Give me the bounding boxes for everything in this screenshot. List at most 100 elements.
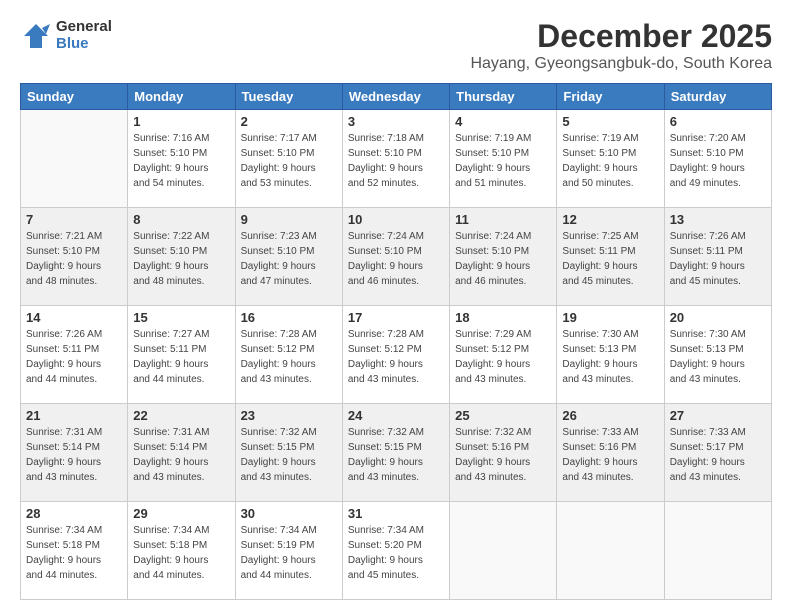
calendar-week-row: 1Sunrise: 7:16 AM Sunset: 5:10 PM Daylig… [21,110,772,208]
day-number: 16 [241,310,337,325]
day-number: 22 [133,408,229,423]
table-row: 7 Sunrise: 7:21 AM Sunset: 5:10 PM Daylig… [21,208,128,306]
day-number: 21 [26,408,122,423]
table-row: 12 Sunrise: 7:25 AM Sunset: 5:11 PM Dayli… [557,208,664,306]
table-row: 2Sunrise: 7:17 AM Sunset: 5:10 PM Daylig… [235,110,342,208]
day-info: Sunrise: 7:18 AM Sunset: 5:10 PM Dayligh… [348,131,444,191]
day-number: 18 [455,310,551,325]
day-info: Sunrise: 7:34 AM Sunset: 5:18 PM Dayligh… [26,523,122,583]
day-number: 27 [670,408,766,423]
table-row: 16 Sunrise: 7:28 AM Sunset: 5:12 PM Dayli… [235,306,342,404]
day-number: 6 [670,114,766,129]
calendar-week-row: 28 Sunrise: 7:34 AM Sunset: 5:18 PM Dayli… [21,502,772,600]
table-row: 9 Sunrise: 7:23 AM Sunset: 5:10 PM Daylig… [235,208,342,306]
day-number: 17 [348,310,444,325]
day-info: Sunrise: 7:24 AM Sunset: 5:10 PM Dayligh… [455,229,551,289]
table-row: 31 Sunrise: 7:34 AM Sunset: 5:20 PM Dayli… [342,502,449,600]
day-info: Sunrise: 7:24 AM Sunset: 5:10 PM Dayligh… [348,229,444,289]
day-number: 7 [26,212,122,227]
day-info: Sunrise: 7:28 AM Sunset: 5:12 PM Dayligh… [348,327,444,387]
table-row: 14Sunrise: 7:26 AM Sunset: 5:11 PM Dayli… [21,306,128,404]
table-row: 11Sunrise: 7:24 AM Sunset: 5:10 PM Dayli… [450,208,557,306]
day-number: 30 [241,506,337,521]
day-info: Sunrise: 7:33 AM Sunset: 5:16 PM Dayligh… [562,425,658,485]
day-number: 5 [562,114,658,129]
table-row [664,502,771,600]
table-row: 21 Sunrise: 7:31 AM Sunset: 5:14 PM Dayli… [21,404,128,502]
table-row: 25 Sunrise: 7:32 AM Sunset: 5:16 PM Dayli… [450,404,557,502]
location-title: Hayang, Gyeongsangbuk-do, South Korea [470,55,772,73]
day-info: Sunrise: 7:16 AM Sunset: 5:10 PM Dayligh… [133,131,229,191]
table-row: 22 Sunrise: 7:31 AM Sunset: 5:14 PM Dayli… [128,404,235,502]
day-info: Sunrise: 7:26 AM Sunset: 5:11 PM Dayligh… [26,327,122,387]
day-number: 2 [241,114,337,129]
day-info: Sunrise: 7:32 AM Sunset: 5:16 PM Dayligh… [455,425,551,485]
day-number: 23 [241,408,337,423]
day-info: Sunrise: 7:33 AM Sunset: 5:17 PM Dayligh… [670,425,766,485]
day-number: 19 [562,310,658,325]
col-saturday: Saturday [664,84,771,110]
day-number: 20 [670,310,766,325]
day-number: 8 [133,212,229,227]
day-info: Sunrise: 7:30 AM Sunset: 5:13 PM Dayligh… [670,327,766,387]
day-info: Sunrise: 7:31 AM Sunset: 5:14 PM Dayligh… [26,425,122,485]
table-row [450,502,557,600]
day-number: 9 [241,212,337,227]
table-row: 19 Sunrise: 7:30 AM Sunset: 5:13 PM Dayli… [557,306,664,404]
calendar-week-row: 14Sunrise: 7:26 AM Sunset: 5:11 PM Dayli… [21,306,772,404]
day-info: Sunrise: 7:32 AM Sunset: 5:15 PM Dayligh… [348,425,444,485]
day-info: Sunrise: 7:30 AM Sunset: 5:13 PM Dayligh… [562,327,658,387]
table-row: 6 Sunrise: 7:20 AM Sunset: 5:10 PM Daylig… [664,110,771,208]
table-row: 30 Sunrise: 7:34 AM Sunset: 5:19 PM Dayli… [235,502,342,600]
day-info: Sunrise: 7:28 AM Sunset: 5:12 PM Dayligh… [241,327,337,387]
table-row: 10 Sunrise: 7:24 AM Sunset: 5:10 PM Dayli… [342,208,449,306]
table-row: 17 Sunrise: 7:28 AM Sunset: 5:12 PM Dayli… [342,306,449,404]
table-row: 29 Sunrise: 7:34 AM Sunset: 5:18 PM Dayli… [128,502,235,600]
day-number: 10 [348,212,444,227]
page: General Blue December 2025 Hayang, Gyeon… [0,0,792,612]
day-info: Sunrise: 7:25 AM Sunset: 5:11 PM Dayligh… [562,229,658,289]
day-number: 25 [455,408,551,423]
table-row [557,502,664,600]
table-row: 26 Sunrise: 7:33 AM Sunset: 5:16 PM Dayli… [557,404,664,502]
table-row: 28 Sunrise: 7:34 AM Sunset: 5:18 PM Dayli… [21,502,128,600]
day-info: Sunrise: 7:27 AM Sunset: 5:11 PM Dayligh… [133,327,229,387]
table-row: 27 Sunrise: 7:33 AM Sunset: 5:17 PM Dayli… [664,404,771,502]
col-monday: Monday [128,84,235,110]
col-wednesday: Wednesday [342,84,449,110]
day-info: Sunrise: 7:21 AM Sunset: 5:10 PM Dayligh… [26,229,122,289]
logo-general: General [56,18,112,35]
col-thursday: Thursday [450,84,557,110]
calendar-table: Sunday Monday Tuesday Wednesday Thursday… [20,83,772,600]
calendar-header-row: Sunday Monday Tuesday Wednesday Thursday… [21,84,772,110]
day-info: Sunrise: 7:32 AM Sunset: 5:15 PM Dayligh… [241,425,337,485]
table-row: 13Sunrise: 7:26 AM Sunset: 5:11 PM Dayli… [664,208,771,306]
day-number: 31 [348,506,444,521]
day-info: Sunrise: 7:20 AM Sunset: 5:10 PM Dayligh… [670,131,766,191]
table-row: 24Sunrise: 7:32 AM Sunset: 5:15 PM Dayli… [342,404,449,502]
day-info: Sunrise: 7:26 AM Sunset: 5:11 PM Dayligh… [670,229,766,289]
table-row: 1Sunrise: 7:16 AM Sunset: 5:10 PM Daylig… [128,110,235,208]
day-info: Sunrise: 7:29 AM Sunset: 5:12 PM Dayligh… [455,327,551,387]
day-info: Sunrise: 7:34 AM Sunset: 5:18 PM Dayligh… [133,523,229,583]
col-sunday: Sunday [21,84,128,110]
day-info: Sunrise: 7:34 AM Sunset: 5:19 PM Dayligh… [241,523,337,583]
title-block: December 2025 Hayang, Gyeongsangbuk-do, … [470,18,772,73]
day-info: Sunrise: 7:34 AM Sunset: 5:20 PM Dayligh… [348,523,444,583]
table-row: 8Sunrise: 7:22 AM Sunset: 5:10 PM Daylig… [128,208,235,306]
day-number: 28 [26,506,122,521]
day-number: 15 [133,310,229,325]
day-info: Sunrise: 7:23 AM Sunset: 5:10 PM Dayligh… [241,229,337,289]
day-number: 12 [562,212,658,227]
day-number: 4 [455,114,551,129]
calendar-week-row: 7 Sunrise: 7:21 AM Sunset: 5:10 PM Daylig… [21,208,772,306]
day-number: 26 [562,408,658,423]
day-number: 29 [133,506,229,521]
day-info: Sunrise: 7:31 AM Sunset: 5:14 PM Dayligh… [133,425,229,485]
table-row: 20 Sunrise: 7:30 AM Sunset: 5:13 PM Dayli… [664,306,771,404]
calendar-week-row: 21 Sunrise: 7:31 AM Sunset: 5:14 PM Dayli… [21,404,772,502]
table-row: 15 Sunrise: 7:27 AM Sunset: 5:11 PM Dayli… [128,306,235,404]
table-row: 23 Sunrise: 7:32 AM Sunset: 5:15 PM Dayli… [235,404,342,502]
table-row: 3Sunrise: 7:18 AM Sunset: 5:10 PM Daylig… [342,110,449,208]
col-friday: Friday [557,84,664,110]
